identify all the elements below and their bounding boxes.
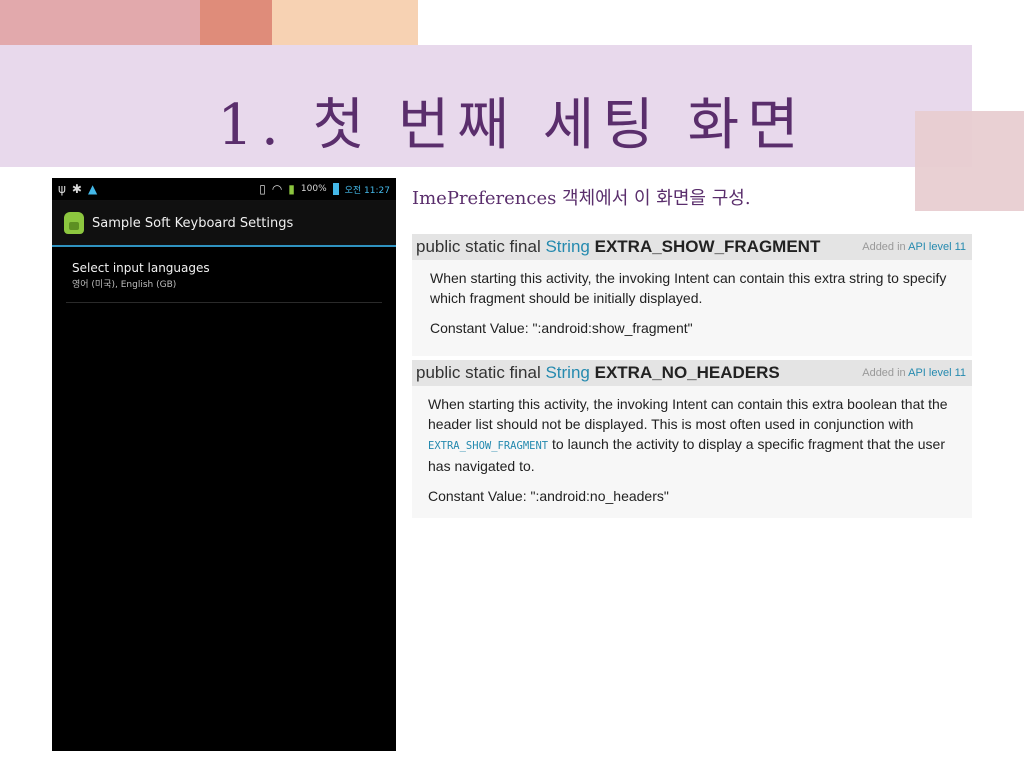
- doc-signature-row: public static final String EXTRA_SHOW_FR…: [412, 234, 972, 260]
- wifi-icon: ◠: [271, 182, 283, 196]
- doc-signature-row: public static final String EXTRA_NO_HEAD…: [412, 360, 972, 386]
- api-level-link[interactable]: API level 11: [908, 367, 966, 379]
- description-text-1: When starting this activity, the invokin…: [428, 396, 948, 432]
- added-in-label: Added in API level 11: [862, 241, 966, 253]
- slide-caption: ImePreferences 객체에서 이 화면을 구성.: [412, 188, 751, 209]
- preference-summary: 영어 (미국), English (GB): [72, 280, 177, 290]
- vibrate-icon: ▯: [259, 182, 266, 196]
- added-in-label: Added in API level 11: [862, 367, 966, 379]
- usb-icon: ψ: [58, 182, 66, 196]
- doc-entry-extra-show-fragment: public static final String EXTRA_SHOW_FR…: [412, 234, 972, 356]
- code-reference-link[interactable]: EXTRA_SHOW_FRAGMENT: [428, 440, 548, 452]
- signal-icon: ▮: [288, 182, 295, 196]
- field-signature: public static final String EXTRA_SHOW_FR…: [416, 237, 820, 257]
- app-title: Sample Soft Keyboard Settings: [92, 215, 294, 231]
- field-name: EXTRA_SHOW_FRAGMENT: [594, 237, 821, 256]
- api-level-link[interactable]: API level 11: [908, 241, 966, 253]
- slide-title: 1. 첫 번째 세팅 화면: [217, 93, 807, 158]
- signature-modifiers: public static final: [416, 363, 546, 382]
- added-in-text: Added in: [862, 241, 909, 253]
- field-description: When starting this activity, the invokin…: [430, 270, 947, 306]
- type-link[interactable]: String: [545, 363, 589, 382]
- added-in-text: Added in: [862, 367, 909, 379]
- doc-entry-extra-no-headers: public static final String EXTRA_NO_HEAD…: [412, 360, 972, 518]
- android-app-icon: [64, 212, 84, 234]
- signature-modifiers: public static final: [416, 237, 546, 256]
- status-time: 오전 11:27: [344, 185, 390, 196]
- field-name: EXTRA_NO_HEADERS: [594, 363, 780, 382]
- debug-icon: ✱: [71, 182, 82, 196]
- preference-item-input-languages[interactable]: Select input languages 영어 (미국), English …: [66, 261, 382, 303]
- field-description: When starting this activity, the invokin…: [428, 394, 962, 476]
- constant-value: Constant Value: ":android:no_headers": [428, 488, 669, 504]
- battery-icon: [332, 183, 339, 195]
- download-icon: ▲: [87, 182, 98, 196]
- app-action-bar: Sample Soft Keyboard Settings: [52, 201, 396, 247]
- field-signature: public static final String EXTRA_NO_HEAD…: [416, 363, 780, 383]
- status-bar: ψ ✱ ▲ ▯ ◠ ▮ 100% 오전 11:27: [52, 178, 396, 201]
- battery-percent: 100%: [300, 184, 327, 194]
- phone-screenshot: ψ ✱ ▲ ▯ ◠ ▮ 100% 오전 11:27 Sample Soft Ke…: [52, 178, 396, 751]
- preference-title: Select input languages: [72, 261, 210, 275]
- type-link[interactable]: String: [545, 237, 589, 256]
- constant-value: Constant Value: ":android:show_fragment": [430, 320, 693, 336]
